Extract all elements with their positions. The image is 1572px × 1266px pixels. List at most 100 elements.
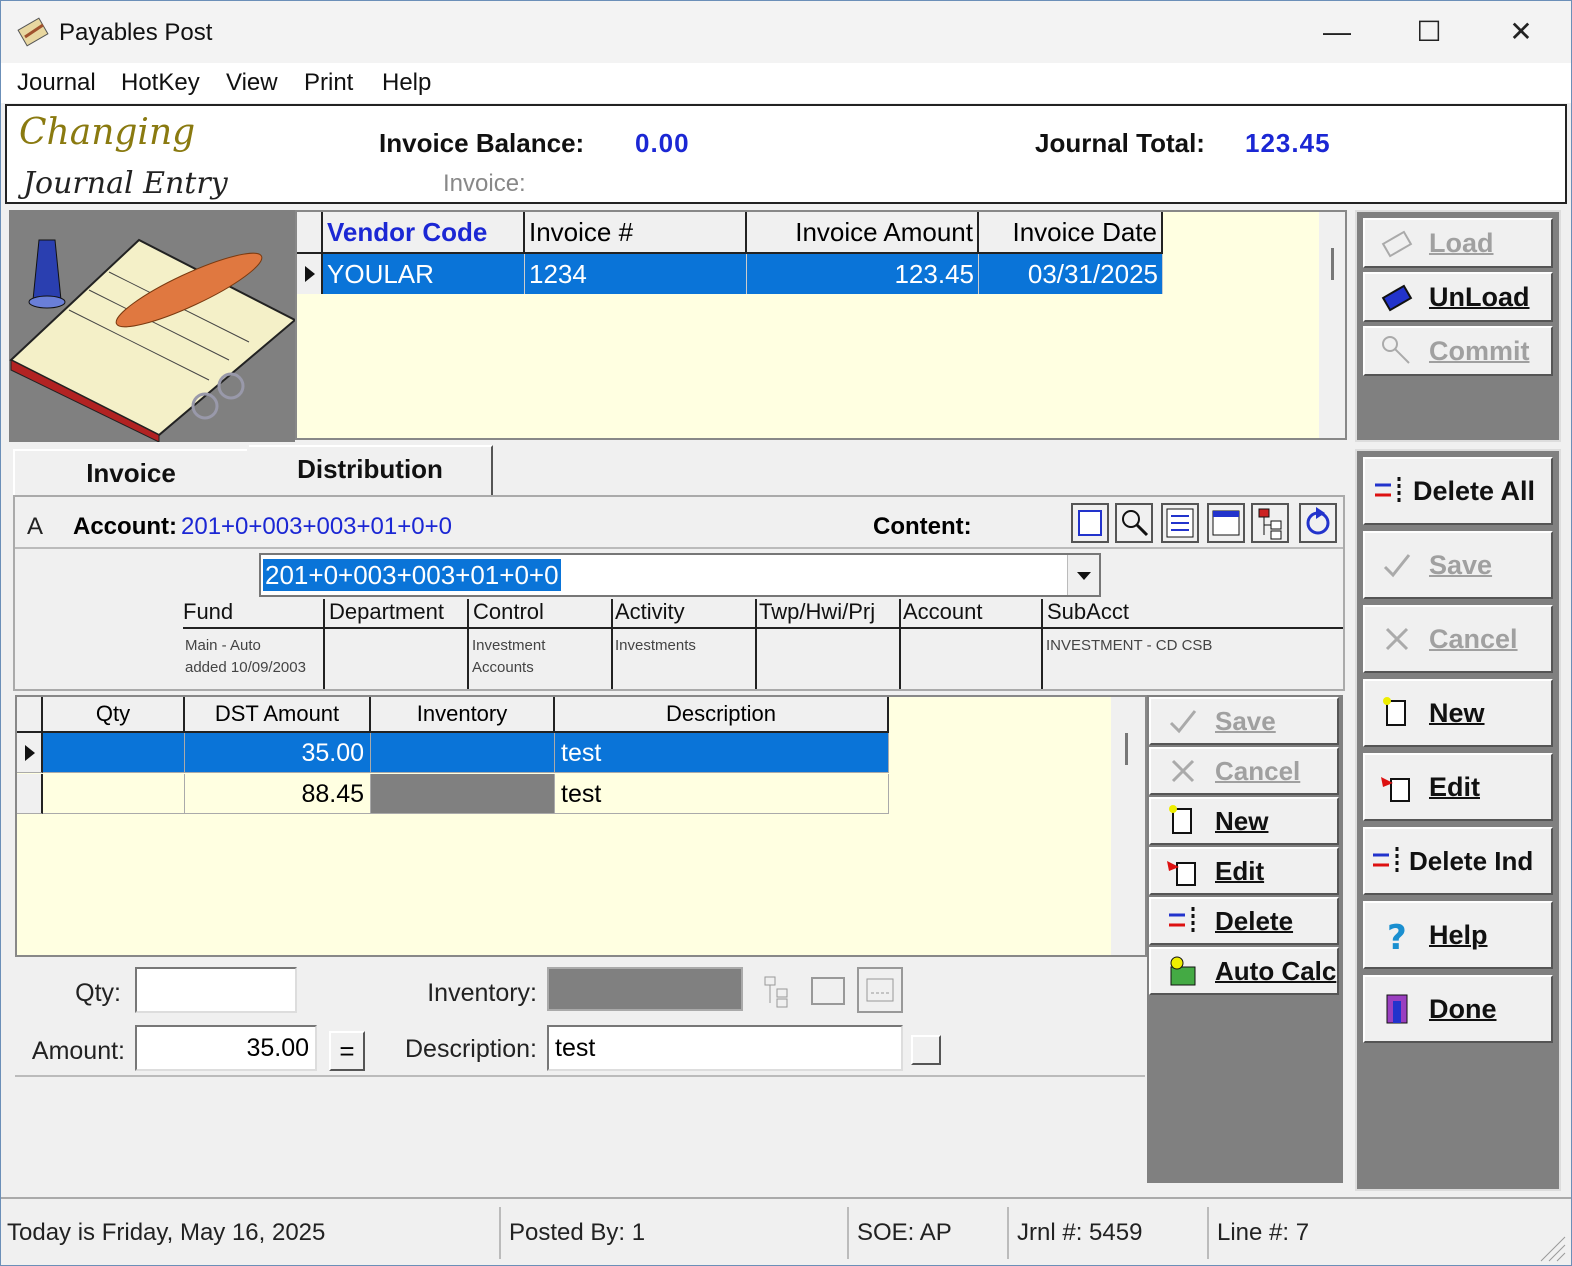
cell-inventory[interactable] xyxy=(371,774,555,814)
qty-label: Qty: xyxy=(75,979,121,1007)
description-label: Description: xyxy=(405,1035,537,1063)
blank-page-icon xyxy=(1078,510,1102,536)
status-soe: SOE: AP xyxy=(851,1207,1009,1259)
scroll-thumb[interactable] xyxy=(1125,733,1128,765)
dst-new-button[interactable]: New xyxy=(1149,797,1339,845)
segment-header-line xyxy=(183,627,1343,629)
segment-divider xyxy=(1041,599,1043,689)
account-combo[interactable]: 201+0+003+003+01+0+0 xyxy=(259,553,1101,597)
col-vendor-code[interactable]: Vendor Code xyxy=(323,212,525,254)
commit-button[interactable]: Commit xyxy=(1363,326,1553,376)
cell-qty[interactable] xyxy=(43,774,185,814)
cell-amount[interactable]: 123.45 xyxy=(747,254,979,294)
x-icon xyxy=(1171,759,1195,783)
inventory-blank-button[interactable] xyxy=(811,977,845,1005)
segment-divider xyxy=(323,599,325,689)
grid-scrollbar[interactable] xyxy=(1111,697,1145,955)
tab-invoice[interactable]: Invoice xyxy=(13,449,247,495)
tab-distribution[interactable]: Distribution xyxy=(249,445,493,495)
header-panel: Changing Journal Entry Invoice Balance: … xyxy=(5,104,1567,204)
content-search-button[interactable] xyxy=(1115,503,1153,543)
menu-help[interactable]: Help xyxy=(382,69,431,97)
invoice-balance-value: 0.00 xyxy=(635,128,690,158)
inventory-tree-button[interactable] xyxy=(759,971,793,1011)
col-invoice-no[interactable]: Invoice # xyxy=(525,212,747,254)
content-blank-button[interactable] xyxy=(1071,503,1109,543)
scroll-thumb[interactable] xyxy=(1331,248,1334,280)
row-indicator[interactable] xyxy=(17,774,43,814)
segment-control-line1: Investment xyxy=(472,637,546,654)
description-lookup-button[interactable] xyxy=(911,1035,941,1065)
done-button[interactable]: Done xyxy=(1363,975,1553,1043)
dst-delete-button[interactable]: Delete xyxy=(1149,897,1339,945)
cell-description[interactable]: test xyxy=(555,733,889,773)
status-bar: Today is Friday, May 16, 2025 Posted By:… xyxy=(1,1197,1571,1265)
maximize-button[interactable]: ☐ xyxy=(1383,1,1475,63)
tree-icon xyxy=(1258,508,1282,540)
dst-auto-calc-button[interactable]: Auto Calc xyxy=(1149,947,1339,995)
content-tree-button[interactable] xyxy=(1251,503,1289,543)
tree-icon xyxy=(764,976,788,1008)
new-button[interactable]: New xyxy=(1363,679,1553,747)
segment-fund-desc: Main - Auto added 10/09/2003 xyxy=(185,635,306,679)
menu-view[interactable]: View xyxy=(226,69,278,97)
list-icon xyxy=(1166,508,1194,538)
delete-all-button[interactable]: Delete All xyxy=(1363,457,1553,525)
col-inventory[interactable]: Inventory xyxy=(371,697,555,733)
segment-divider xyxy=(467,599,469,689)
cell-dst-amount[interactable]: 35.00 xyxy=(185,733,371,773)
row-indicator[interactable] xyxy=(17,733,43,773)
combo-dropdown-button[interactable] xyxy=(1067,555,1099,595)
content-refresh-button[interactable] xyxy=(1299,503,1337,543)
grid-corner xyxy=(17,697,43,733)
col-dst-amount[interactable]: DST Amount xyxy=(185,697,371,733)
cell-date[interactable]: 03/31/2025 xyxy=(979,254,1163,294)
resize-grip-icon[interactable] xyxy=(1537,1235,1567,1263)
delete-ind-button[interactable]: Delete Ind xyxy=(1363,827,1553,895)
col-invoice-date[interactable]: Invoice Date xyxy=(979,212,1163,254)
cell-dst-amount[interactable]: 88.45 xyxy=(185,774,371,814)
journal-book-illustration xyxy=(9,238,297,443)
delete-lines-icon xyxy=(1373,847,1399,875)
save-button[interactable]: Save xyxy=(1363,531,1553,599)
segment-activity-head: Activity xyxy=(615,599,685,624)
cell-qty[interactable] xyxy=(43,733,185,773)
segment-activity-desc: Investments xyxy=(615,637,696,654)
checkmark-icon xyxy=(1169,710,1197,734)
grid-scrollbar[interactable] xyxy=(1319,212,1345,438)
menu-hotkey[interactable]: HotKey xyxy=(121,69,200,97)
row-indicator[interactable] xyxy=(297,254,323,294)
cell-vendor[interactable]: YOULAR xyxy=(323,254,525,294)
load-button[interactable]: Load xyxy=(1363,218,1553,268)
new-document-icon xyxy=(1383,697,1406,726)
dst-save-button[interactable]: Save xyxy=(1149,697,1339,745)
edit-document-icon xyxy=(1381,777,1410,802)
qty-input[interactable] xyxy=(135,967,297,1013)
content-list-button[interactable] xyxy=(1161,503,1199,543)
title-bar: Payables Post — ☐ ✕ xyxy=(1,1,1571,63)
col-qty[interactable]: Qty xyxy=(43,697,185,733)
dst-edit-button[interactable]: Edit xyxy=(1149,847,1339,895)
close-button[interactable]: ✕ xyxy=(1475,1,1567,63)
calc-equals-button[interactable]: = xyxy=(329,1031,365,1071)
edit-button[interactable]: Edit xyxy=(1363,753,1553,821)
content-window-button[interactable] xyxy=(1207,503,1245,543)
description-input[interactable]: test xyxy=(547,1025,903,1071)
dst-cancel-button[interactable]: Cancel xyxy=(1149,747,1339,795)
menu-print[interactable]: Print xyxy=(304,69,353,97)
help-button[interactable]: ? Help xyxy=(1363,901,1553,969)
col-description[interactable]: Description xyxy=(555,697,889,733)
amount-input[interactable]: 35.00 xyxy=(135,1025,317,1071)
col-invoice-amount[interactable]: Invoice Amount xyxy=(747,212,979,254)
inventory-window-button[interactable] xyxy=(857,967,903,1013)
status-date: Today is Friday, May 16, 2025 xyxy=(1,1207,501,1259)
segment-control-desc: Investment Accounts xyxy=(472,635,545,679)
cancel-button[interactable]: Cancel xyxy=(1363,605,1553,673)
cell-invoice-no[interactable]: 1234 xyxy=(525,254,747,294)
minimize-button[interactable]: — xyxy=(1291,1,1383,63)
eraser-icon xyxy=(1381,284,1413,312)
cell-inventory[interactable] xyxy=(371,733,555,773)
menu-journal[interactable]: Journal xyxy=(17,69,96,97)
cell-description[interactable]: test xyxy=(555,774,889,814)
unload-button[interactable]: UnLoad xyxy=(1363,272,1553,322)
